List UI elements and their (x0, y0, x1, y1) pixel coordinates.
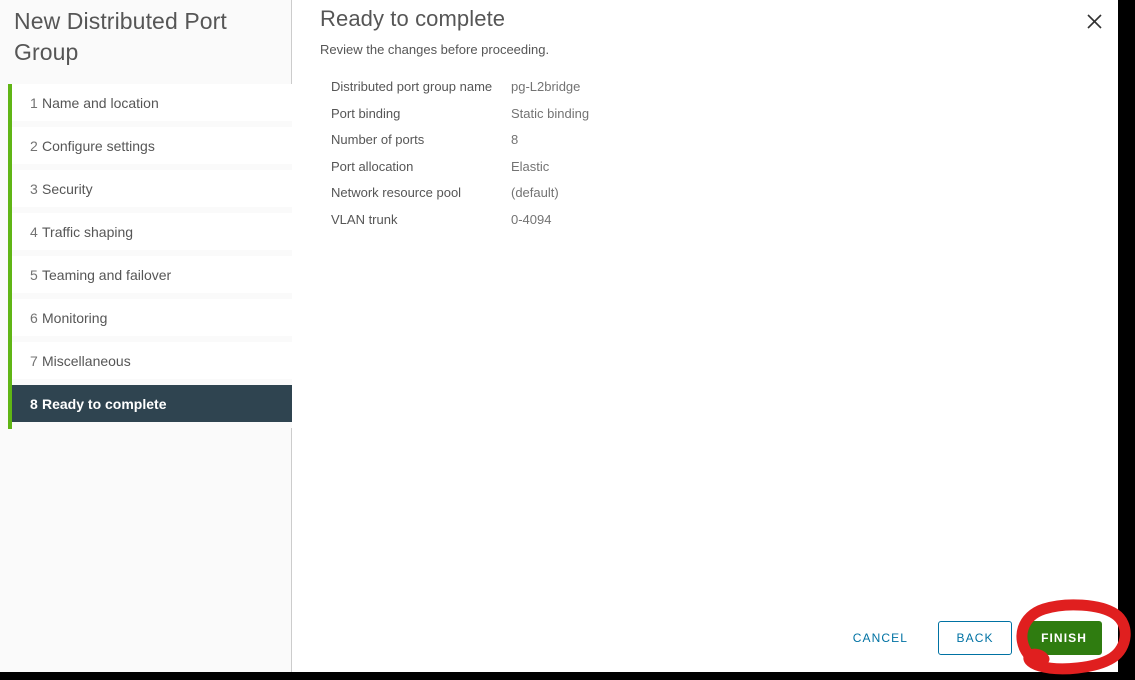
summary-label: Number of ports (331, 132, 425, 147)
summary-row: Port binding Static binding (331, 105, 851, 122)
close-icon[interactable] (1082, 9, 1106, 33)
step-label: Monitoring (42, 309, 108, 326)
sidebar-item-teaming-and-failover[interactable]: 5 Teaming and failover (12, 256, 292, 299)
finish-button[interactable]: FINISH (1026, 621, 1102, 655)
step-number: 3 (30, 180, 38, 197)
summary-row: Distributed port group name pg-L2bridge (331, 79, 851, 95)
step-number: 1 (30, 94, 38, 111)
wizard-footer: CANCEL BACK FINISH (292, 614, 1118, 662)
summary-label: Distributed port group name (331, 79, 493, 94)
summary-value: Static binding (511, 105, 590, 121)
step-label: Teaming and failover (42, 266, 172, 283)
wizard-step-list: 1 Name and location 2 Configure settings… (0, 84, 292, 428)
step-number: 5 (30, 266, 38, 283)
sidebar-item-configure-settings[interactable]: 2 Configure settings (12, 127, 292, 170)
sidebar-item-ready-to-complete[interactable]: 8 Ready to complete (12, 385, 292, 428)
step-label: Security (42, 180, 93, 197)
back-button[interactable]: BACK (938, 621, 1013, 655)
step-label: Ready to complete (42, 395, 167, 412)
step-number: 6 (30, 309, 38, 326)
page-title: Ready to complete (320, 6, 506, 31)
summary-row: Network resource pool (default) (331, 185, 851, 201)
summary-label: Network resource pool (331, 185, 462, 200)
summary-label: Port allocation (331, 158, 414, 174)
step-label: Traffic shaping (42, 223, 134, 240)
wizard-nav-pane: New Distributed Port Group 1 Name and lo… (0, 0, 292, 672)
sidebar-item-miscellaneous[interactable]: 7 Miscellaneous (12, 342, 292, 385)
summary-label: Port binding (331, 105, 401, 121)
summary-row: Number of ports 8 (331, 132, 851, 148)
sidebar-item-name-and-location[interactable]: 1 Name and location (12, 84, 292, 127)
summary-value: 0-4094 (511, 211, 552, 227)
summary-row: Port allocation Elastic (331, 158, 851, 175)
wizard-dialog: New Distributed Port Group 1 Name and lo… (0, 0, 1118, 672)
summary-value: pg-L2bridge (511, 79, 581, 94)
step-number: 8 (30, 395, 38, 412)
wizard-content: Ready to complete Review the changes bef… (292, 0, 1118, 672)
step-label: Name and location (42, 94, 159, 111)
step-number: 4 (30, 223, 38, 240)
step-label: Configure settings (42, 137, 155, 154)
step-number: 7 (30, 352, 38, 369)
summary-value: (default) (511, 185, 559, 200)
summary-value: 8 (511, 132, 519, 147)
step-label: Miscellaneous (42, 352, 131, 369)
sidebar-item-security[interactable]: 3 Security (12, 170, 292, 213)
summary-row: VLAN trunk 0-4094 (331, 211, 851, 228)
cancel-button[interactable]: CANCEL (839, 621, 922, 655)
sidebar-item-monitoring[interactable]: 6 Monitoring (12, 299, 292, 342)
summary-label: VLAN trunk (331, 211, 398, 227)
sidebar-item-traffic-shaping[interactable]: 4 Traffic shaping (12, 213, 292, 256)
page-subtitle: Review the changes before proceeding. (320, 42, 550, 57)
screen-root: New Distributed Port Group 1 Name and lo… (0, 0, 1135, 680)
summary-value: Elastic (511, 158, 550, 174)
summary-list: Distributed port group name pg-L2bridge … (331, 79, 851, 239)
step-number: 2 (30, 137, 38, 154)
wizard-title: New Distributed Port Group (14, 8, 227, 65)
